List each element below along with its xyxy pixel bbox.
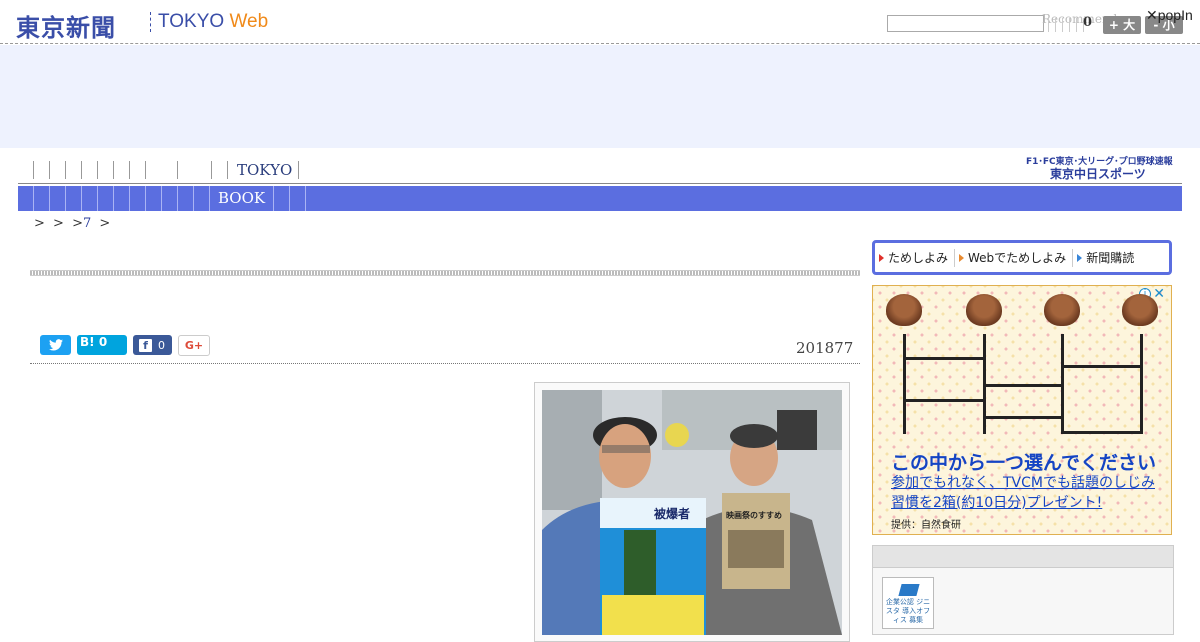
twitter-share-button[interactable]: [40, 335, 71, 355]
hatena-icon: B!: [80, 335, 95, 349]
nav-item[interactable]: [65, 161, 81, 179]
breadcrumb: > > >7 >: [34, 216, 110, 231]
ad-description: 参加でもれなく、TVCMでも話題のしじみ 習慣を2箱(約10日分)プレゼント!: [891, 473, 1155, 513]
nav-item: [298, 161, 300, 179]
breadcrumb-separator: >: [34, 216, 45, 231]
sidebar-panel: 企業公認 ジニスタ 導入オフィス 募集: [872, 545, 1174, 635]
triangle-icon: [879, 253, 884, 262]
hatena-count: 0: [98, 335, 108, 349]
triangle-icon: [959, 253, 965, 262]
subnav-item[interactable]: [66, 186, 82, 211]
site-logo[interactable]: 東京新聞: [16, 8, 116, 43]
subnav-item[interactable]: [82, 186, 98, 211]
secondary-nav: BOOK: [18, 186, 1182, 211]
subnav-item[interactable]: [194, 186, 210, 211]
recommend-count: 0: [1083, 15, 1093, 30]
clam-image[interactable]: [966, 294, 1002, 326]
office-badge[interactable]: 企業公認 ジニスタ 導入オフィス 募集: [882, 577, 934, 629]
tokyo-web-logo[interactable]: TOKYO Web: [158, 11, 268, 33]
subnav-item[interactable]: [274, 186, 291, 211]
subnav-item[interactable]: [178, 186, 194, 211]
nav-item[interactable]: [97, 161, 113, 179]
sidebar-ad[interactable]: i ✕ この中から一つ選んでください 参加でもれなく、TVCMでも話題のしじみ …: [872, 285, 1172, 535]
clam-image[interactable]: [1044, 294, 1080, 326]
nav-item-tokyo[interactable]: TOKYO: [231, 161, 298, 179]
ad-line-1: 参加でもれなく、TVCMでも話題のしじみ: [891, 475, 1155, 491]
close-icon[interactable]: ✕: [1153, 286, 1165, 302]
font-large-button[interactable]: + 大: [1103, 16, 1141, 34]
panel-header: [873, 546, 1173, 568]
meta-divider: [30, 363, 860, 364]
photo-illustration: 被爆者 映画祭のすすめ: [542, 390, 842, 635]
nav-item[interactable]: [211, 161, 227, 179]
clam-image[interactable]: [1122, 294, 1158, 326]
facebook-icon: f: [139, 338, 152, 352]
subnav-item[interactable]: [130, 186, 146, 211]
facebook-count: 0: [158, 338, 165, 352]
subnav-item-book[interactable]: BOOK: [210, 186, 275, 211]
tab-subscribe[interactable]: 新聞購読: [1073, 249, 1140, 267]
ad-provider: 提供：自然食研: [891, 520, 961, 531]
recommend-bar: [1048, 18, 1088, 32]
nav-item[interactable]: [49, 161, 65, 179]
nav-item[interactable]: [81, 161, 97, 179]
hatena-bookmark-button[interactable]: B! 0: [77, 335, 127, 355]
triangle-icon: [1077, 253, 1083, 262]
tab-trial-read[interactable]: ためしよみ: [875, 248, 956, 267]
nav-item[interactable]: [129, 161, 145, 179]
chunichi-sports-link[interactable]: 東京中日スポーツ: [1050, 165, 1146, 182]
article-photo[interactable]: 被爆者 映画祭のすすめ: [542, 390, 842, 635]
tab-web-trial-read[interactable]: Webでためしよみ: [955, 248, 1074, 267]
poster-title: 被爆者: [654, 506, 690, 521]
logo-web-text: Web: [229, 11, 269, 32]
nav-divider: [18, 183, 1182, 184]
booklet-title: 映画祭のすすめ: [726, 510, 782, 520]
headline-divider: [30, 270, 860, 276]
logo-divider: [150, 12, 151, 32]
amidakuji-ladder: [903, 334, 1143, 434]
facebook-share-button[interactable]: f 0: [133, 335, 172, 355]
subnav-item[interactable]: [162, 186, 178, 211]
clam-image[interactable]: [886, 294, 922, 326]
subnav-item[interactable]: [50, 186, 66, 211]
breadcrumb-separator: >: [72, 216, 83, 231]
top-ad-banner[interactable]: [0, 45, 1200, 148]
ad-headline: この中から一つ選んでください: [891, 452, 1157, 474]
nav-item[interactable]: [177, 161, 211, 179]
nav-item[interactable]: [113, 161, 129, 179]
ad-line-2: 習慣を2箱(約10日分)プレゼント!: [891, 495, 1103, 511]
nav-item[interactable]: [145, 161, 177, 179]
subnav-item[interactable]: [18, 186, 34, 211]
breadcrumb-link[interactable]: 7: [83, 216, 91, 231]
google-plus-button[interactable]: G+: [178, 335, 210, 356]
sidebar-tabs: ためしよみ Webでためしよみ 新聞購読: [872, 240, 1172, 275]
tab-label: 新聞購読: [1086, 251, 1135, 265]
nav-item[interactable]: [33, 161, 49, 179]
breadcrumb-separator: >: [99, 216, 111, 231]
subnav-item[interactable]: [146, 186, 162, 211]
twitter-icon: [48, 339, 63, 351]
subnav-item[interactable]: [98, 186, 114, 211]
logo-tokyo-text: TOKYO: [158, 11, 225, 32]
primary-nav: TOKYO: [33, 160, 300, 180]
tab-label: Webでためしよみ: [968, 251, 1067, 265]
subnav-item[interactable]: [34, 186, 50, 211]
breadcrumb-separator: >: [53, 216, 64, 231]
popin-close-button[interactable]: ✕popIn: [1146, 7, 1193, 24]
top-bar: 東京新聞 TOKYO Web Recommend 0 + 大 - 小 ✕popI…: [0, 0, 1200, 44]
article-date: 201877: [796, 339, 854, 357]
subnav-item[interactable]: [114, 186, 130, 211]
tab-label: ためしよみ: [888, 251, 949, 265]
search-input[interactable]: [887, 15, 1044, 32]
subnav-item[interactable]: [290, 186, 307, 211]
article-photo-frame: 被爆者 映画祭のすすめ: [534, 382, 850, 642]
